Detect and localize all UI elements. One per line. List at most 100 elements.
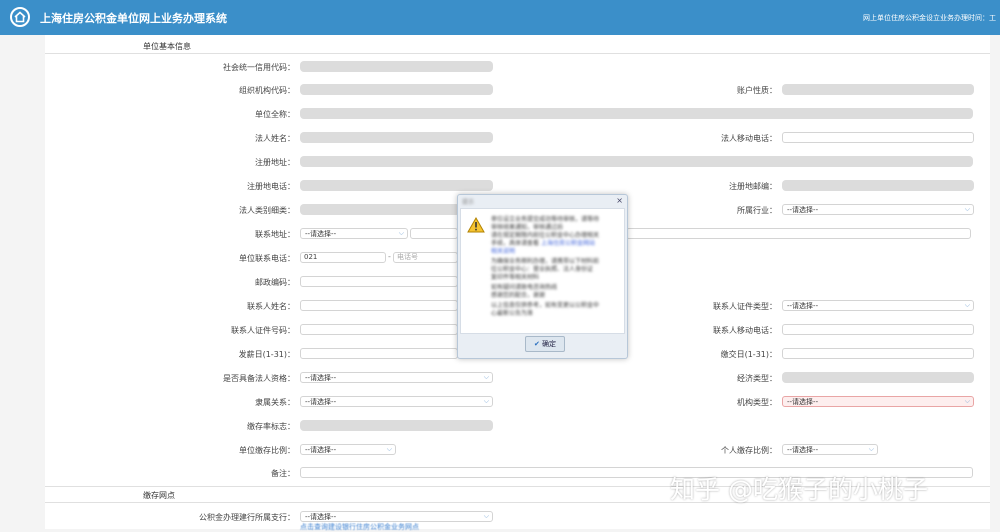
economic-type-field: [782, 372, 974, 383]
dialog-message-line: 感谢您的配合，谢谢: [491, 292, 546, 299]
chevron-down-icon: ⌵: [964, 301, 970, 309]
contact-id-type-select[interactable]: --请选择-- ⌵: [782, 300, 974, 311]
label-reg-phone: 注册地电话：: [247, 182, 295, 191]
contact-address-detail-input[interactable]: [626, 228, 971, 239]
label-company-rate: 单位缴存比例：: [239, 446, 295, 455]
ok-button-label: 确定: [542, 340, 557, 348]
credit-code-field: [300, 61, 493, 72]
bank-branch-value: --请选择--: [305, 513, 337, 521]
reg-postcode-field: [782, 180, 974, 191]
label-economic-type: 经济类型：: [737, 374, 777, 383]
area-code-value: 021: [304, 253, 318, 261]
label-contact-address: 联系地址：: [255, 230, 295, 239]
org-type-select[interactable]: --请选择-- ⌵: [782, 396, 974, 407]
alert-dialog: 提示 × 单位设立业务提交成功等待审核，请等待 审核结果通知，审核通过后 请在规…: [457, 194, 628, 359]
dialog-link[interactable]: 上海住房公积金网站: [541, 238, 595, 247]
label-org-code: 组织机构代码：: [239, 86, 295, 95]
chevron-down-icon: ⌵: [483, 397, 489, 405]
label-affiliation: 隶属关系：: [255, 398, 295, 407]
ok-button[interactable]: ✔ 确定: [525, 336, 565, 352]
legal-qualification-select[interactable]: --请选择-- ⌵: [300, 372, 493, 383]
org-type-value: --请选择--: [787, 398, 819, 406]
legal-qualification-value: --请选择--: [305, 374, 337, 382]
chevron-down-icon: ⌵: [964, 205, 970, 213]
label-company-name: 单位全称：: [255, 110, 295, 119]
check-icon: ✔: [533, 340, 540, 348]
label-company-phone: 单位联系电话：: [239, 254, 295, 263]
section-divider: [45, 53, 990, 54]
label-legal-name: 法人姓名：: [255, 134, 295, 143]
deposit-day-input[interactable]: [782, 348, 974, 359]
bank-branch-query-link[interactable]: 点击查询建设银行住房公积金业务网点: [300, 522, 419, 532]
phone-number-input[interactable]: 电话号: [393, 252, 458, 263]
payday-input[interactable]: [300, 348, 458, 359]
chevron-down-icon: ⌵: [398, 229, 404, 237]
chevron-down-icon: ⌵: [483, 512, 489, 520]
label-contact-mobile: 联系人移动电话：: [713, 326, 777, 335]
contact-id-no-input[interactable]: [300, 324, 458, 335]
personal-rate-select[interactable]: --请选择-- ⌵: [782, 444, 878, 455]
app-title: 上海住房公积金单位网上业务办理系统: [40, 12, 227, 25]
close-icon[interactable]: ×: [616, 196, 623, 205]
label-deposit-rate-flag: 缴存率标志：: [247, 422, 295, 431]
zhihu-watermark: 知乎 @吃猴子的小桃子: [670, 475, 928, 504]
company-rate-select[interactable]: --请选择-- ⌵: [300, 444, 396, 455]
phone-separator: -: [388, 252, 391, 261]
home-logo-icon[interactable]: [10, 7, 30, 27]
section-title-basic-info: 单位基本信息: [143, 42, 191, 51]
label-legal-mobile: 法人移动电话：: [721, 134, 777, 143]
label-contact-id-type: 联系人证件类型：: [713, 302, 777, 311]
company-name-field: [300, 108, 973, 119]
label-bank-branch: 公积金办理建行所属支行：: [199, 513, 295, 522]
legal-mobile-input[interactable]: [782, 132, 974, 143]
bank-branch-select[interactable]: --请选择-- ⌵: [300, 511, 493, 522]
dialog-body: 单位设立业务提交成功等待审核，请等待 审核结果通知，审核通过后 请在规定期限内前…: [460, 208, 625, 334]
label-org-type: 机构类型：: [737, 398, 777, 407]
warning-icon: [467, 216, 485, 235]
label-remark: 备注：: [271, 469, 295, 478]
phone-number-placeholder: 电话号: [397, 253, 418, 261]
label-personal-rate: 个人缴存比例：: [721, 446, 777, 455]
label-contact-id-no: 联系人证件号码：: [231, 326, 295, 335]
dialog-link[interactable]: 相关说明: [491, 246, 515, 255]
contact-name-input[interactable]: [300, 300, 458, 311]
reg-address-field: [300, 156, 973, 167]
dialog-title: 提示: [462, 199, 475, 206]
chevron-down-icon: ⌵: [964, 397, 970, 405]
label-credit-code: 社会统一信用代码：: [223, 63, 295, 72]
chevron-down-icon: ⌵: [868, 445, 874, 453]
reg-phone-field: [300, 180, 493, 191]
area-code-input[interactable]: 021: [300, 252, 386, 263]
label-legal-type: 法人类别细类：: [239, 206, 295, 215]
label-account-type: 账户性质：: [737, 86, 777, 95]
contact-id-type-value: --请选择--: [787, 302, 819, 310]
label-postcode: 邮政编码：: [255, 278, 295, 287]
personal-rate-value: --请选择--: [787, 446, 819, 454]
label-deposit-day: 缴交日(1-31)：: [720, 350, 777, 359]
business-hours-notice: 网上单位住房公积金设立业务办理时间：工: [863, 14, 996, 22]
label-reg-postcode: 注册地邮编：: [729, 182, 777, 191]
chevron-down-icon: ⌵: [386, 445, 392, 453]
label-payday: 发薪日(1-31)：: [238, 350, 295, 359]
section-title-deposit-point: 缴存网点: [143, 491, 175, 500]
industry-select[interactable]: --请选择-- ⌵: [782, 204, 974, 215]
postcode-input[interactable]: [300, 276, 458, 287]
contact-address-input[interactable]: [410, 228, 458, 239]
affiliation-value: --请选择--: [305, 398, 337, 406]
deposit-rate-flag-field: [300, 420, 493, 431]
company-rate-value: --请选择--: [305, 446, 337, 454]
dialog-message-line: 复印件等相关材料: [491, 274, 540, 281]
label-legal-qualification: 是否具备法人资格：: [223, 374, 295, 383]
org-code-field: [300, 84, 493, 95]
top-header-bar: 上海住房公积金单位网上业务办理系统 网上单位住房公积金设立业务办理时间：工: [0, 0, 1000, 35]
affiliation-select[interactable]: --请选择-- ⌵: [300, 396, 493, 407]
legal-type-field: [300, 204, 460, 215]
contact-address-select[interactable]: --请选择-- ⌵: [300, 228, 408, 239]
contact-mobile-input[interactable]: [782, 324, 974, 335]
legal-name-field: [300, 132, 493, 143]
industry-select-value: --请选择--: [787, 206, 819, 214]
dialog-message-line: 心最新公告为准: [491, 310, 534, 317]
account-type-field: [782, 84, 974, 95]
chevron-down-icon: ⌵: [483, 373, 489, 381]
label-industry: 所属行业：: [737, 206, 777, 215]
